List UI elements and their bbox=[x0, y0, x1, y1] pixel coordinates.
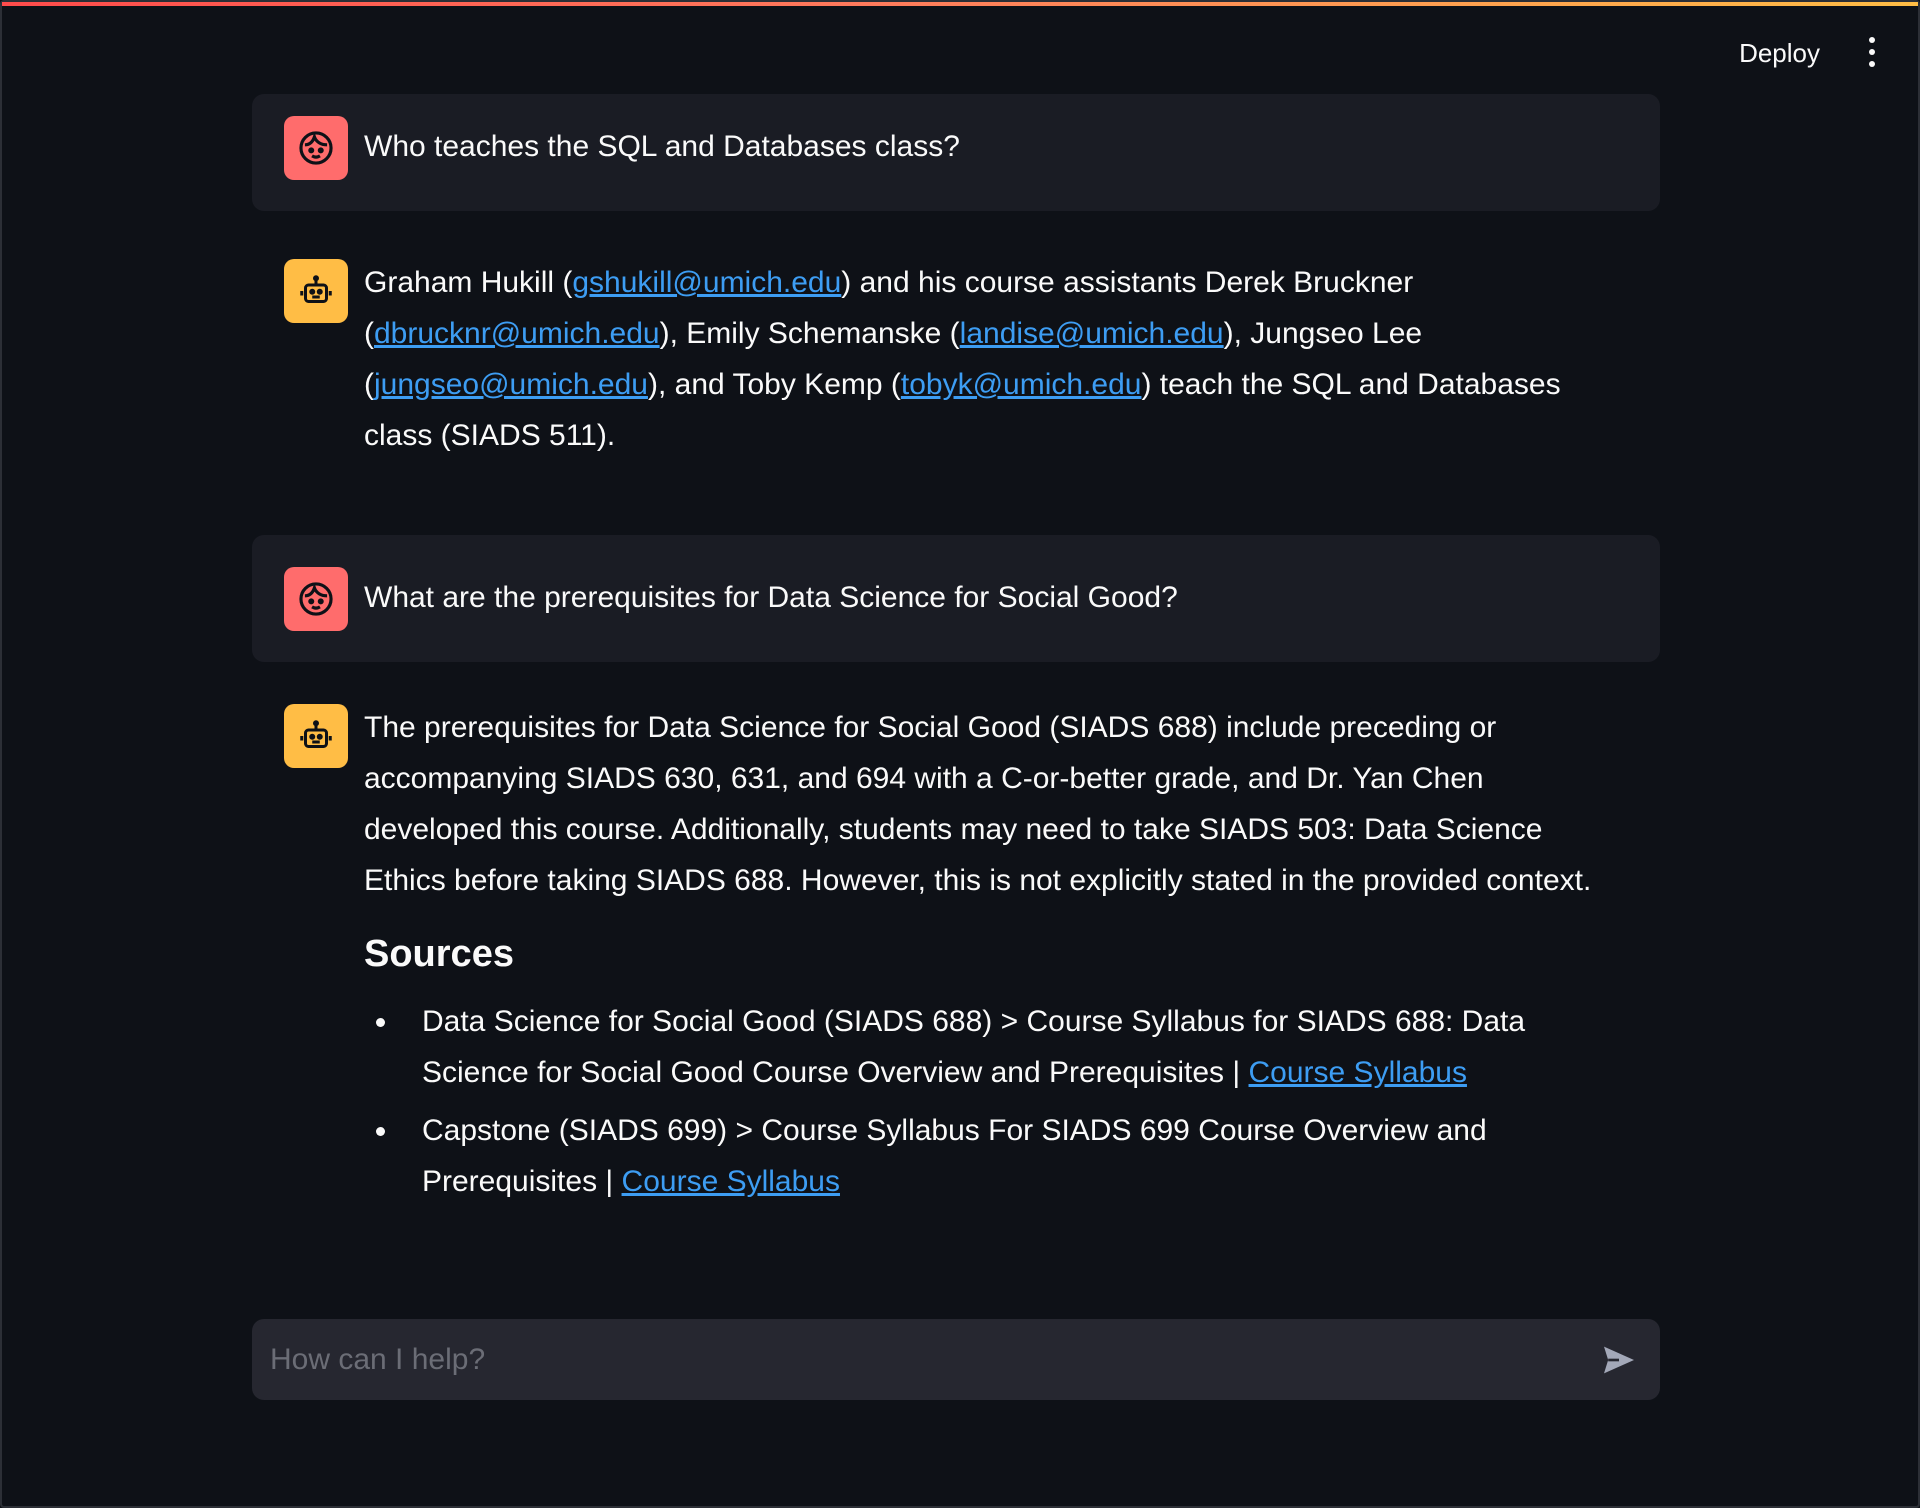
text-fragment: ), Emily Schemanske ( bbox=[659, 317, 960, 350]
source-item: Data Science for Social Good (SIADS 688)… bbox=[364, 996, 1628, 1098]
kebab-menu-icon[interactable] bbox=[1860, 32, 1884, 72]
message-text: The prerequisites for Data Science for S… bbox=[364, 711, 1592, 897]
email-link[interactable]: jungseo@umich.edu bbox=[374, 368, 648, 401]
sources-list: Data Science for Social Good (SIADS 688)… bbox=[364, 996, 1628, 1207]
app-header: Deploy bbox=[2, 6, 1918, 96]
source-text: Capstone (SIADS 699) > Course Syllabus F… bbox=[422, 1114, 1487, 1198]
sources-heading: Sources bbox=[364, 933, 514, 975]
user-face-icon bbox=[284, 567, 348, 631]
chat-message-user: Who teaches the SQL and Databases class? bbox=[252, 94, 1660, 211]
chat-message-assistant: The prerequisites for Data Science for S… bbox=[252, 702, 1660, 1236]
chat-messages: Who teaches the SQL and Databases class?… bbox=[252, 94, 1660, 1236]
chat-input[interactable] bbox=[270, 1319, 1570, 1400]
source-item: Capstone (SIADS 699) > Course Syllabus F… bbox=[364, 1105, 1628, 1207]
text-fragment: ), and Toby Kemp ( bbox=[647, 368, 901, 401]
message-text: What are the prerequisites for Data Scie… bbox=[364, 581, 1178, 614]
message-text: Who teaches the SQL and Databases class? bbox=[364, 130, 960, 163]
course-syllabus-link[interactable]: Course Syllabus bbox=[1249, 1056, 1467, 1089]
chat-input-container bbox=[252, 1319, 1660, 1400]
email-link[interactable]: tobyk@umich.edu bbox=[901, 368, 1142, 401]
message-text: Graham Hukill (gshukill@umich.edu) and h… bbox=[364, 257, 1628, 461]
course-syllabus-link[interactable]: Course Syllabus bbox=[622, 1165, 840, 1198]
email-link[interactable]: gshukill@umich.edu bbox=[572, 266, 841, 299]
send-icon[interactable] bbox=[1596, 1337, 1642, 1383]
chat-message-user: What are the prerequisites for Data Scie… bbox=[252, 535, 1660, 662]
text-fragment: Graham Hukill ( bbox=[364, 266, 573, 299]
email-link[interactable]: landise@umich.edu bbox=[960, 317, 1224, 350]
email-link[interactable]: dbrucknr@umich.edu bbox=[374, 317, 660, 350]
robot-icon bbox=[284, 704, 348, 768]
deploy-button[interactable]: Deploy bbox=[1729, 32, 1830, 75]
user-face-icon bbox=[284, 116, 348, 180]
app-window: Deploy Who teaches the SQL and Databases… bbox=[0, 0, 1920, 1508]
chat-message-assistant: Graham Hukill (gshukill@umich.edu) and h… bbox=[252, 257, 1660, 483]
robot-icon bbox=[284, 259, 348, 323]
